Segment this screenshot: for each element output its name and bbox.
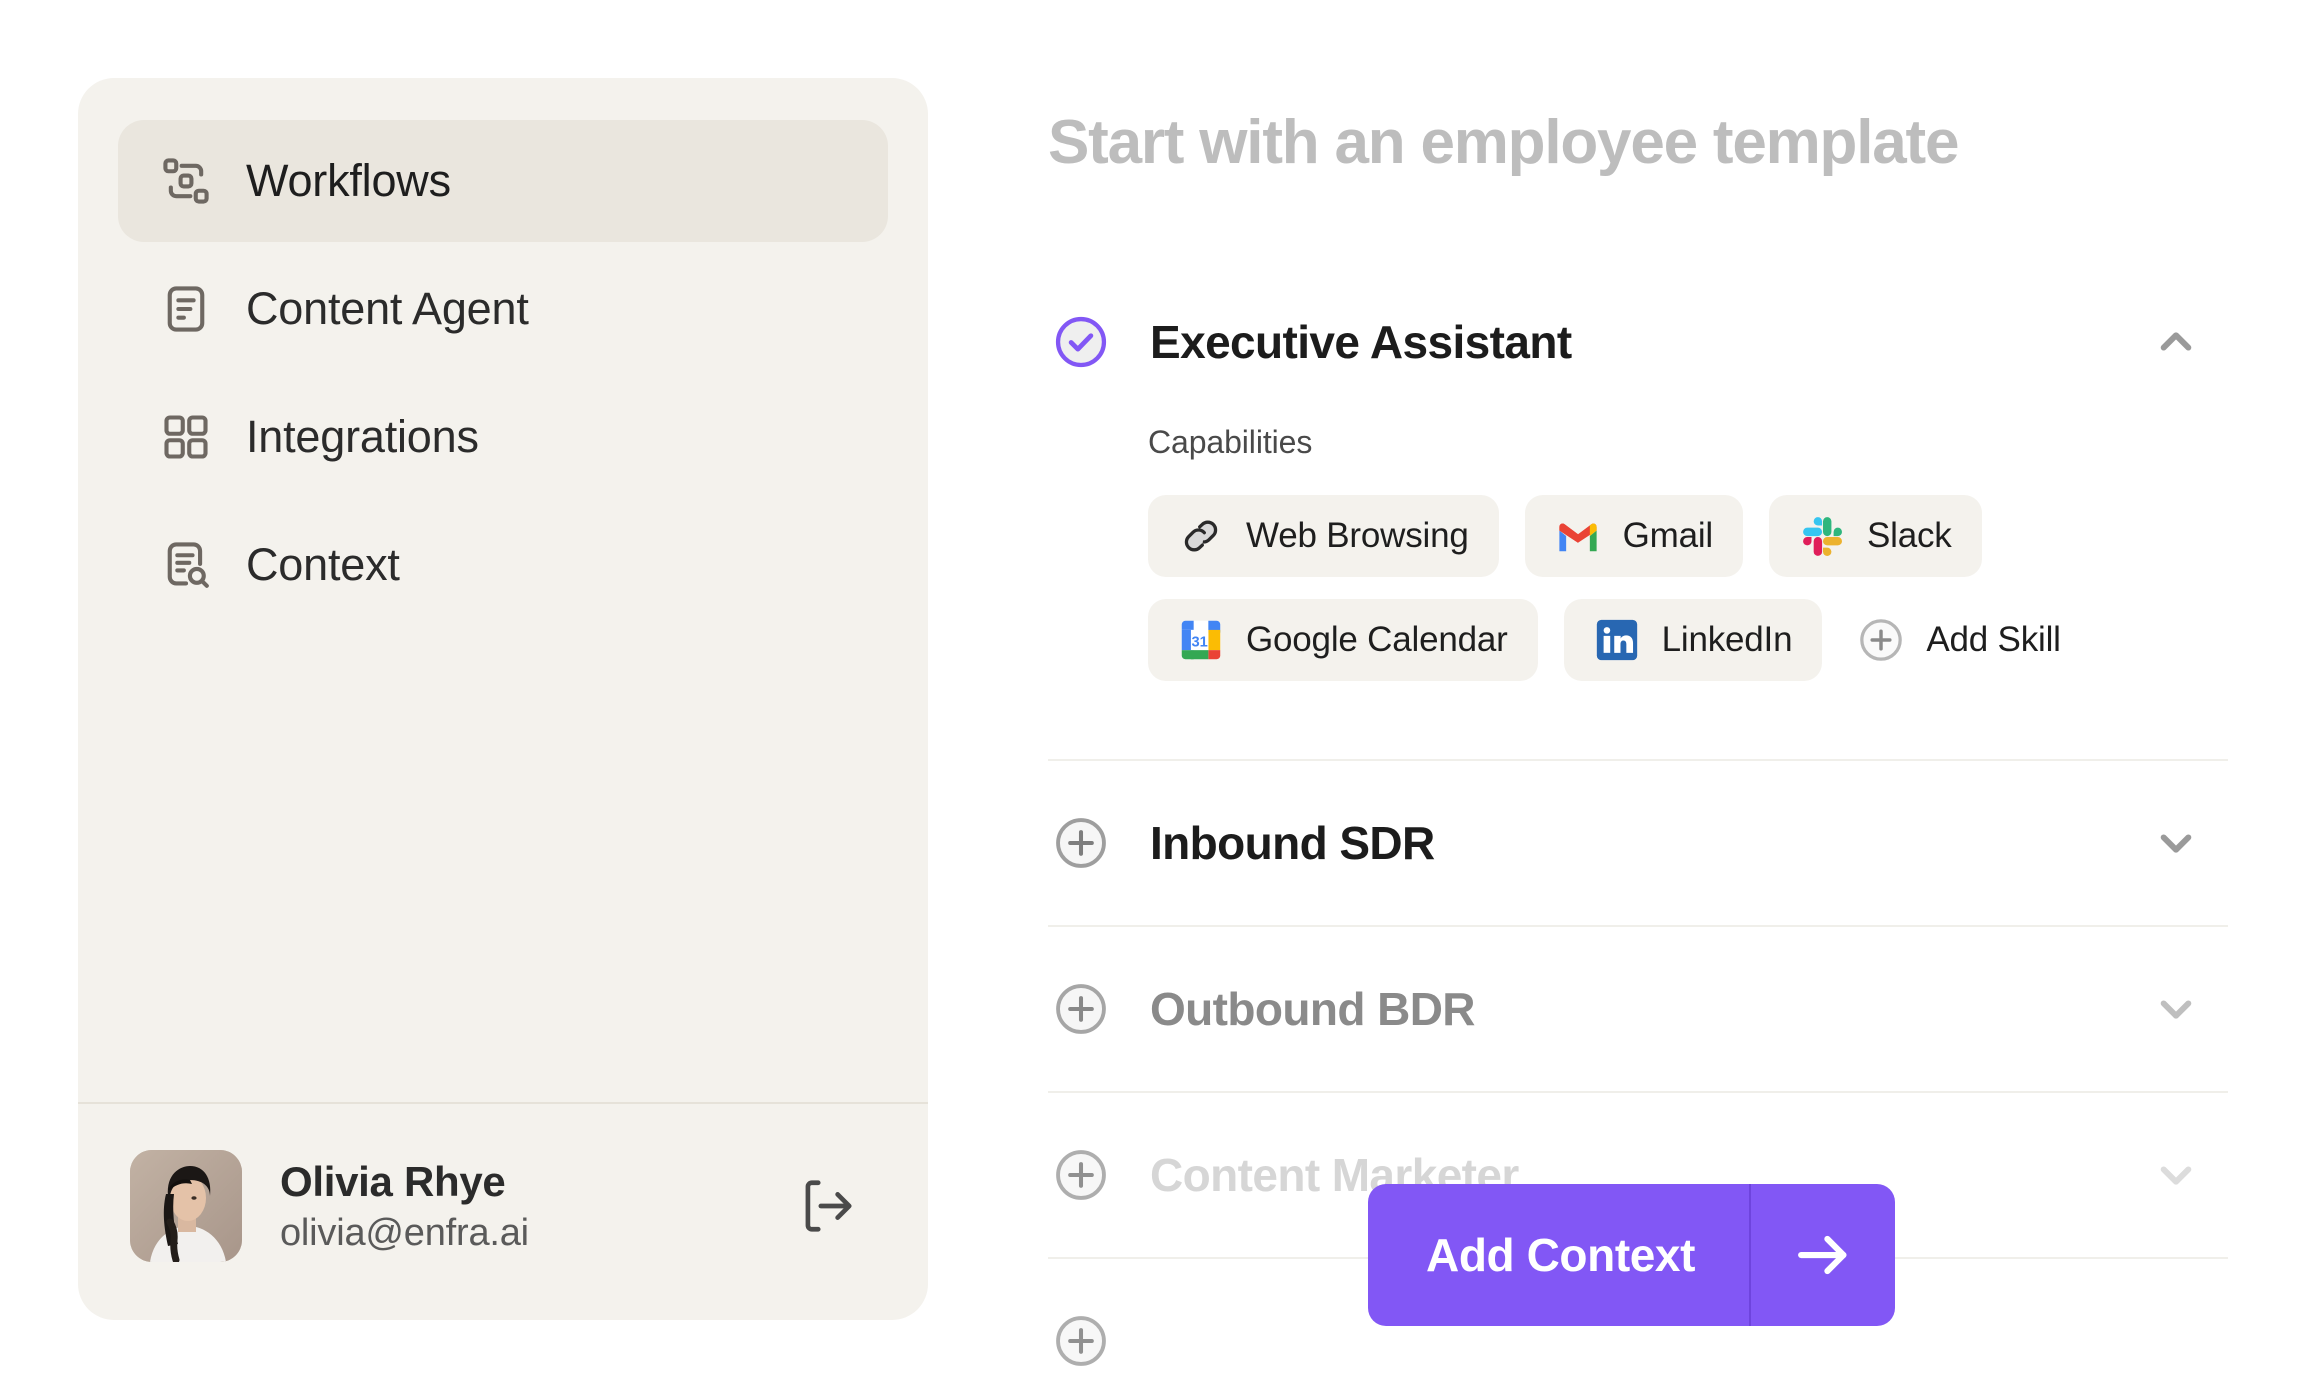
chevron-down-icon[interactable]	[2148, 815, 2204, 871]
sidebar-item-label: Workflows	[246, 155, 451, 206]
sidebar-item-label: Context	[246, 539, 400, 590]
sidebar-item-workflows[interactable]: Workflows	[118, 120, 888, 242]
sidebar-item-context[interactable]: Context	[118, 504, 888, 626]
add-skill-label: Add Skill	[1926, 620, 2061, 659]
capabilities-label: Capabilities	[1148, 424, 1313, 460]
link-icon	[1178, 513, 1224, 559]
capability-label: LinkedIn	[1661, 620, 1793, 659]
slack-icon	[1799, 513, 1845, 559]
linkedin-icon	[1594, 617, 1640, 663]
capability-label: Gmail	[1622, 516, 1714, 555]
template-row-header-inbound-sdr[interactable]: Inbound SDR	[1048, 761, 2228, 925]
template-row: Outbound BDR	[1048, 925, 2228, 1091]
svg-text:31: 31	[1191, 634, 1207, 650]
grid-icon	[160, 411, 212, 463]
capability-chip-linkedin[interactable]: LinkedIn	[1563, 599, 1823, 681]
capability-chip-row: 31 Google Calendar LinkedIn Add Skill	[1148, 599, 2228, 681]
chevron-down-icon[interactable]	[2148, 981, 2204, 1037]
capability-chip-web-browsing[interactable]: Web Browsing	[1148, 495, 1499, 577]
capability-chip-gmail[interactable]: Gmail	[1524, 495, 1744, 577]
plus-circle-icon[interactable]	[1054, 982, 1108, 1036]
gmail-icon	[1555, 513, 1601, 559]
user-name: Olivia Rhye	[280, 1157, 506, 1205]
sidebar-item-content-agent[interactable]: Content Agent	[118, 248, 888, 370]
chevron-down-icon[interactable]	[2148, 1147, 2204, 1203]
capability-chip-google-calendar[interactable]: 31 Google Calendar	[1148, 599, 1538, 681]
template-row-header-executive-assistant[interactable]: Executive Assistant	[1048, 260, 2228, 424]
app-root: Workflows Content Agent Integrations Con…	[0, 0, 2322, 1392]
user-meta: Olivia Rhye olivia@enfra.ai	[280, 1158, 756, 1255]
template-row-header-outbound-bdr[interactable]: Outbound BDR	[1048, 927, 2228, 1091]
workflow-icon	[160, 155, 212, 207]
capability-label: Google Calendar	[1246, 620, 1508, 659]
plus-circle-icon[interactable]	[1054, 1148, 1108, 1202]
capability-label: Slack	[1867, 516, 1952, 555]
sidebar: Workflows Content Agent Integrations Con…	[78, 78, 928, 1320]
capability-label: Web Browsing	[1246, 516, 1469, 555]
sidebar-item-integrations[interactable]: Integrations	[118, 376, 888, 498]
avatar	[130, 1150, 242, 1262]
user-profile-card[interactable]: Olivia Rhye olivia@enfra.ai	[78, 1102, 928, 1320]
add-context-button[interactable]: Add Context	[1368, 1184, 1896, 1326]
arrow-right-icon[interactable]	[1751, 1184, 1895, 1326]
document-search-icon	[160, 539, 212, 591]
template-name: Executive Assistant	[1150, 316, 1572, 368]
logout-icon[interactable]	[794, 1174, 858, 1238]
chevron-up-icon[interactable]	[2148, 314, 2204, 370]
user-email: olivia@enfra.ai	[280, 1211, 529, 1254]
plus-circle-icon[interactable]	[1054, 816, 1108, 870]
google-calendar-icon: 31	[1178, 617, 1224, 663]
template-name: Outbound BDR	[1150, 983, 1476, 1035]
plus-circle-icon[interactable]	[1054, 1314, 1108, 1368]
capability-chip-row: Web Browsing Gmail Slack	[1148, 495, 2228, 577]
template-row: Executive Assistant Capabilities Web Bro…	[1048, 260, 2228, 759]
capability-chip-slack[interactable]: Slack	[1769, 495, 1982, 577]
add-skill-button[interactable]: Add Skill	[1848, 599, 2090, 681]
sidebar-item-label: Integrations	[246, 411, 479, 462]
add-context-label: Add Context	[1426, 1229, 1696, 1281]
capabilities-section: Capabilities Web Browsing Gmail Slack 31…	[1048, 424, 2228, 759]
document-icon	[160, 283, 212, 335]
page-title: Start with an employee template	[1048, 108, 1959, 177]
template-row: Inbound SDR	[1048, 759, 2228, 925]
plus-circle-icon	[1858, 617, 1904, 663]
template-name: Inbound SDR	[1150, 817, 1435, 869]
sidebar-nav: Workflows Content Agent Integrations Con…	[78, 78, 928, 626]
check-circle-icon[interactable]	[1054, 315, 1108, 369]
sidebar-item-label: Content Agent	[246, 283, 529, 334]
